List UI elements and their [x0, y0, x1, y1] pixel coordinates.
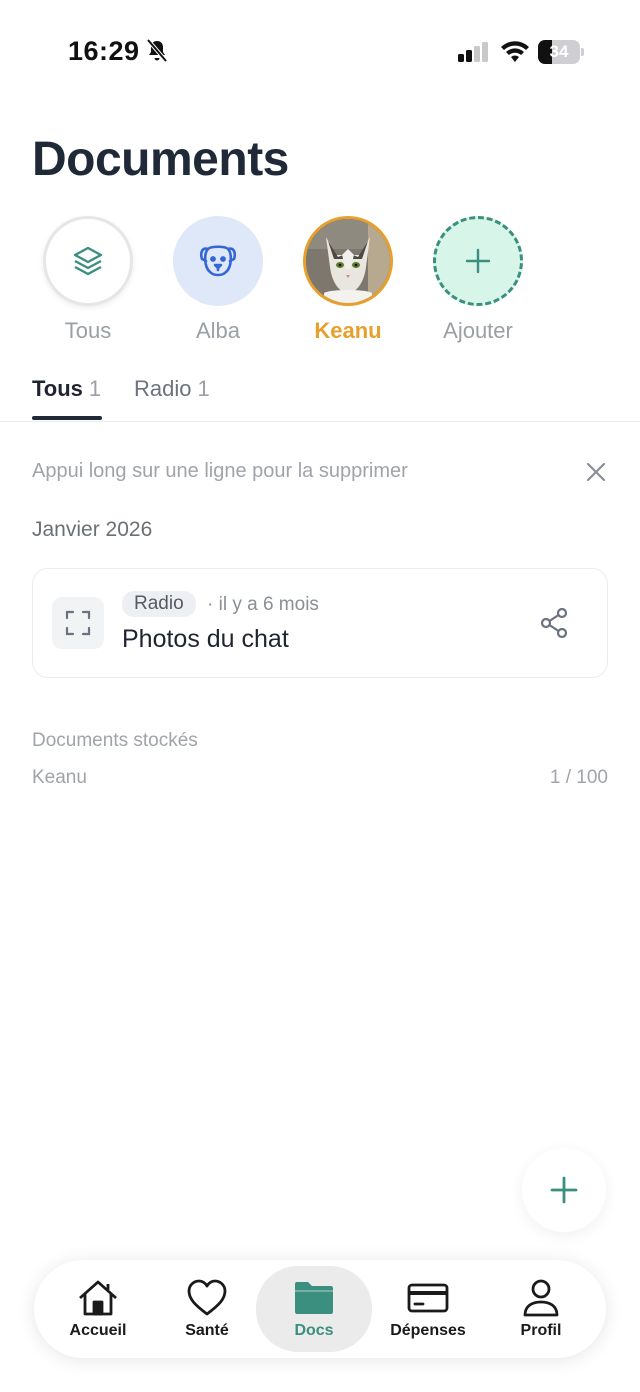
signal-icon: [458, 42, 488, 62]
storage-count: 1 / 100: [549, 767, 608, 788]
delete-hint: Appui long sur une ligne pour la supprim…: [32, 460, 408, 482]
nav-label: Accueil: [69, 1322, 127, 1339]
user-icon: [523, 1279, 559, 1317]
pet-filter-alba[interactable]: Alba: [158, 216, 278, 344]
nav-item-home[interactable]: Accueil: [40, 1260, 156, 1358]
home-icon: [79, 1280, 117, 1316]
folder-icon: [295, 1282, 333, 1314]
active-tab-indicator: [32, 416, 102, 420]
scan-frame-icon: [65, 610, 91, 636]
pet-avatar-alba: [173, 216, 263, 306]
pet-name: Tous: [64, 318, 112, 343]
document-thumbnail: [52, 597, 104, 649]
pet-name: Ajouter: [443, 318, 513, 343]
tab-label: Tous: [32, 376, 83, 401]
document-row[interactable]: Radio · il y a 6 mois Photos du chat: [32, 568, 608, 678]
nav-item-health[interactable]: Santé: [149, 1260, 265, 1358]
tab-radio[interactable]: Radio 1: [134, 376, 210, 402]
nav-label: Profil: [520, 1322, 562, 1339]
pet-name: Alba: [195, 318, 241, 343]
battery-indicator: 34: [538, 40, 584, 64]
storage-pet-name: Keanu: [32, 767, 87, 788]
pet-name: Keanu: [314, 318, 382, 343]
plus-icon: [465, 248, 491, 274]
wifi-icon: [501, 41, 529, 62]
status-time: 16:29: [68, 36, 140, 66]
nav-label: Docs: [294, 1322, 334, 1339]
pet-avatar-all: [43, 216, 133, 306]
pet-add-button[interactable]: Ajouter: [418, 216, 538, 344]
close-icon[interactable]: [584, 460, 608, 484]
nav-item-profile[interactable]: Profil: [483, 1260, 599, 1358]
month-heading: Janvier 2026: [32, 518, 153, 541]
pet-filter-all[interactable]: Tous: [28, 216, 148, 344]
tab-label: Radio: [134, 376, 192, 401]
status-bar: 16:29 34: [0, 0, 640, 100]
cat-photo-avatar: [303, 216, 393, 306]
document-title: Photos du chat: [122, 625, 289, 653]
nav-label: Dépenses: [390, 1322, 466, 1339]
nav-item-docs[interactable]: Docs: [256, 1266, 372, 1352]
page-title: Documents: [32, 133, 289, 186]
nav-label: Santé: [185, 1322, 229, 1339]
tab-all[interactable]: Tous 1: [32, 376, 101, 402]
document-category-badge: Radio: [122, 591, 196, 617]
storage-label: Documents stockés: [32, 730, 198, 751]
category-tabs: Tous 1 Radio 1: [0, 372, 640, 422]
bottom-navigation: Accueil Santé Docs Dépenses Profil: [34, 1260, 606, 1358]
bell-muted-icon: [146, 38, 168, 63]
pet-filter-keanu[interactable]: Keanu: [288, 216, 408, 344]
card-icon: [407, 1283, 449, 1313]
layers-icon: [73, 246, 103, 276]
document-age: · il y a 6 mois: [207, 594, 319, 615]
battery-level-text: 34: [549, 42, 569, 61]
add-pet-circle: [433, 216, 523, 306]
heart-icon: [187, 1279, 227, 1316]
share-icon[interactable]: [539, 607, 569, 639]
dog-face-icon: [199, 245, 237, 277]
tab-count: 1: [88, 376, 102, 401]
plus-icon: [550, 1176, 578, 1204]
add-document-button[interactable]: [522, 1148, 606, 1232]
tab-count: 1: [197, 376, 210, 401]
nav-item-expenses[interactable]: Dépenses: [370, 1260, 486, 1358]
